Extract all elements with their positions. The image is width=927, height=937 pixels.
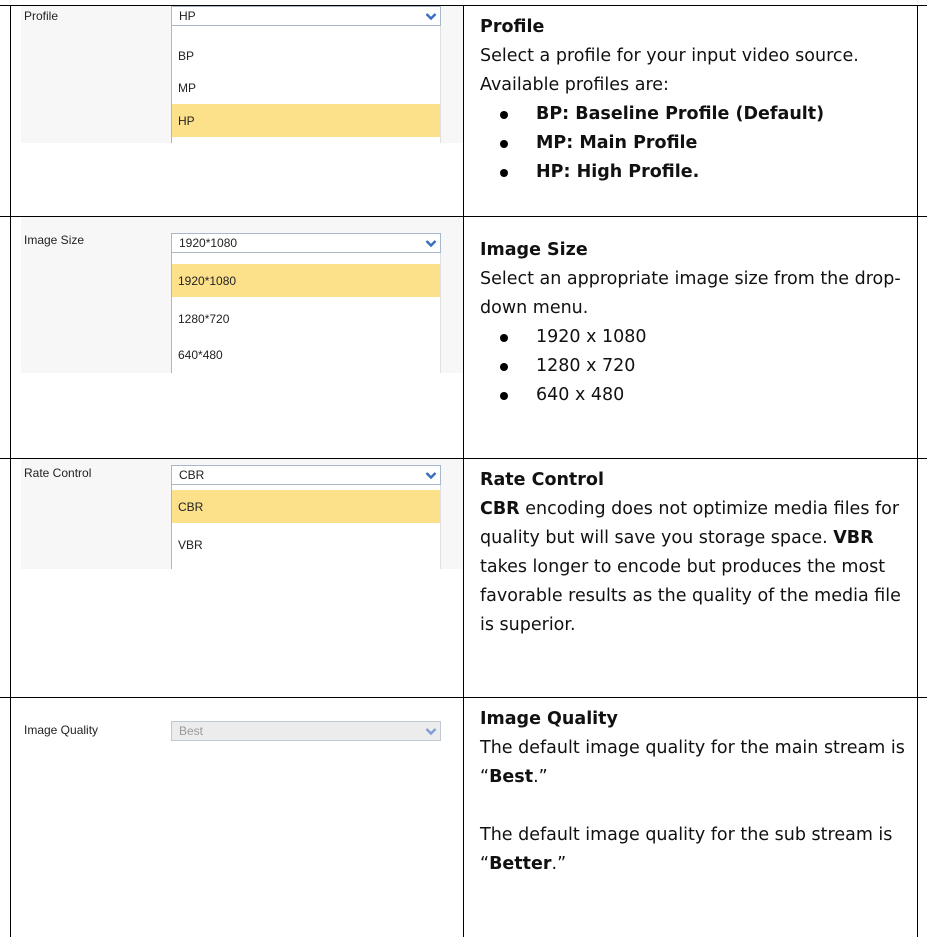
select-value: CBR <box>179 468 205 482</box>
dropdown-option[interactable]: MP <box>172 71 440 104</box>
description-cell: Image Quality The default image quality … <box>480 705 910 879</box>
profile-select[interactable]: HP <box>171 6 441 26</box>
field-label: Image Size <box>24 233 85 247</box>
description-text-part: takes longer to encode but produces the … <box>480 557 901 635</box>
list-item: 1280 x 720 <box>480 352 910 381</box>
list-item: BP: Baseline Profile (Default) <box>480 100 910 129</box>
description-text: CBR encoding does not optimize media fil… <box>480 495 910 640</box>
chevron-down-icon[interactable] <box>422 234 440 252</box>
dropdown-option[interactable]: 640*480 <box>172 338 440 371</box>
bullet-list: BP: Baseline Profile (Default) MP: Main … <box>480 100 910 187</box>
list-item: 1920 x 1080 <box>480 323 910 352</box>
section-heading: Rate Control <box>480 470 604 490</box>
select-value: HP <box>179 9 196 23</box>
list-item: MP: Main Profile <box>480 129 910 158</box>
text-part: .” <box>533 767 548 787</box>
table-left-border <box>10 5 11 937</box>
dropdown-option[interactable]: 1280*720 <box>172 302 440 335</box>
chevron-down-icon[interactable] <box>422 7 440 25</box>
description-text: The default image quality for the sub st… <box>480 821 910 879</box>
image-size-select[interactable]: 1920*1080 <box>171 233 441 253</box>
image-quality-select: Best <box>171 721 441 741</box>
dropdown-menu: BP MP HP <box>171 26 441 143</box>
dropdown-option-selected[interactable]: HP <box>172 104 440 137</box>
dropdown-option[interactable]: VBR <box>172 528 440 561</box>
description-cell: Profile Select a profile for your input … <box>480 13 910 187</box>
field-label: Rate Control <box>24 466 92 480</box>
dropdown-menu: CBR VBR <box>171 485 441 569</box>
list-item: 640 x 480 <box>480 381 910 410</box>
quality-value-best: Best <box>489 767 534 787</box>
dropdown-menu: 1920*1080 1280*720 640*480 <box>171 253 441 373</box>
description-text: Select an appropriate image size from th… <box>480 269 901 318</box>
vbr-term: VBR <box>833 528 874 548</box>
chevron-down-icon[interactable] <box>422 466 440 484</box>
chevron-down-icon <box>422 722 440 740</box>
description-cell: Image Size Select an appropriate image s… <box>480 236 910 410</box>
list-item: HP: High Profile. <box>480 158 910 187</box>
description-text: Select a profile for your input video so… <box>480 46 859 95</box>
description-text: The default image quality for the main s… <box>480 734 910 792</box>
bullet-list: 1920 x 1080 1280 x 720 640 x 480 <box>480 323 910 410</box>
select-value: Best <box>179 724 204 738</box>
section-heading: Image Size <box>480 240 588 260</box>
field-label: Profile <box>24 9 59 23</box>
select-value: 1920*1080 <box>179 236 238 250</box>
section-heading: Image Quality <box>480 709 618 729</box>
section-heading: Profile <box>480 17 545 37</box>
table-right-border <box>917 5 918 937</box>
dropdown-option-selected[interactable]: 1920*1080 <box>172 264 440 297</box>
dropdown-option[interactable]: BP <box>172 39 440 72</box>
dropdown-option-selected[interactable]: CBR <box>172 490 440 523</box>
text-part: .” <box>551 854 567 874</box>
cbr-term: CBR <box>480 499 520 519</box>
column-divider <box>463 5 464 937</box>
description-cell: Rate Control CBR encoding does not optim… <box>480 466 910 640</box>
rate-control-select[interactable]: CBR <box>171 465 441 485</box>
quality-value-better: Better <box>489 854 552 874</box>
field-label: Image Quality <box>24 723 99 737</box>
